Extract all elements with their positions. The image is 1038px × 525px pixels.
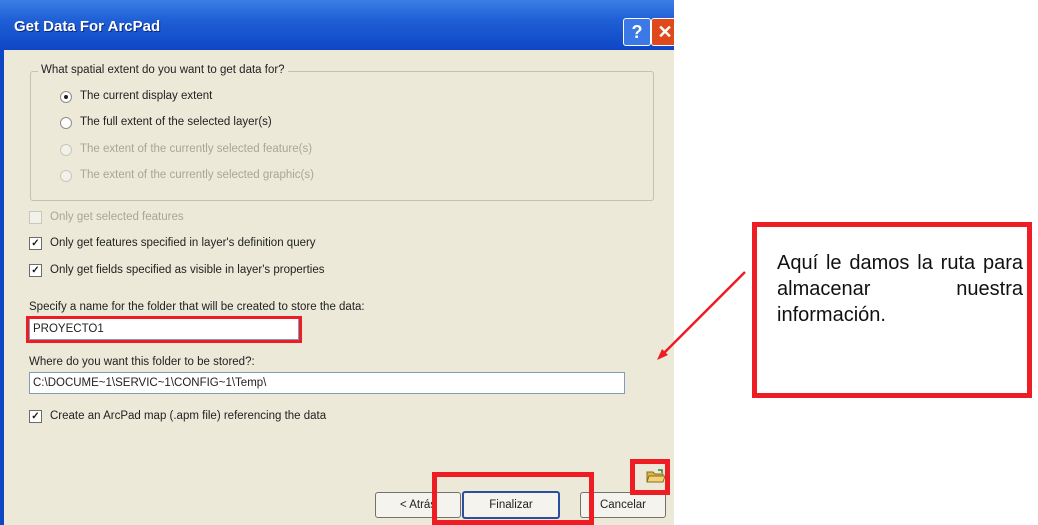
radio-current-display-extent[interactable]	[60, 91, 72, 103]
window-title: Get Data For ArcPad	[14, 18, 161, 35]
window-border	[0, 50, 4, 525]
radio-label-selected-features-extent: The extent of the currently selected fea…	[80, 143, 313, 155]
highlight-folder-name	[26, 316, 302, 343]
highlight-finish-button	[432, 472, 594, 525]
title-bar[interactable]: Get Data For ArcPad ? ✕	[0, 0, 674, 50]
close-button[interactable]: ✕	[651, 18, 674, 46]
annotation-callout: Aquí le damos la ruta para almacenar nue…	[752, 222, 1032, 398]
radio-full-extent[interactable]	[60, 117, 72, 129]
checkbox-label-create-arcpad-map: Create an ArcPad map (.apm file) referen…	[50, 410, 327, 422]
checkbox-label-definition-query: Only get features specified in layer's d…	[50, 237, 316, 249]
checkbox-visible-fields[interactable]: ✓	[29, 264, 42, 277]
checkbox-only-selected-features	[29, 211, 42, 224]
checkbox-definition-query[interactable]: ✓	[29, 237, 42, 250]
folder-location-label: Where do you want this folder to be stor…	[29, 356, 255, 368]
extent-group-legend: What spatial extent do you want to get d…	[38, 64, 288, 76]
radio-label-selected-graphics-extent: The extent of the currently selected gra…	[80, 169, 314, 181]
radio-label-current-display-extent: The current display extent	[80, 90, 213, 102]
get-data-dialog: Get Data For ArcPad ? ✕ What spatial ext…	[0, 0, 674, 525]
annotation-callout-text: Aquí le damos la ruta para almacenar nue…	[777, 252, 1023, 326]
radio-selected-features-extent	[60, 144, 72, 156]
folder-name-label: Specify a name for the folder that will …	[29, 301, 365, 313]
help-button[interactable]: ?	[623, 18, 651, 46]
checkbox-create-arcpad-map[interactable]: ✓	[29, 410, 42, 423]
highlight-browse-button	[630, 459, 670, 495]
radio-label-full-extent: The full extent of the selected layer(s)	[80, 116, 272, 128]
checkbox-label-only-selected-features: Only get selected features	[50, 211, 184, 223]
radio-selected-graphics-extent	[60, 170, 72, 182]
folder-location-input[interactable]: C:\DOCUME~1\SERVIC~1\CONFIG~1\Temp\	[29, 372, 625, 394]
checkbox-label-visible-fields: Only get fields specified as visible in …	[50, 264, 325, 276]
